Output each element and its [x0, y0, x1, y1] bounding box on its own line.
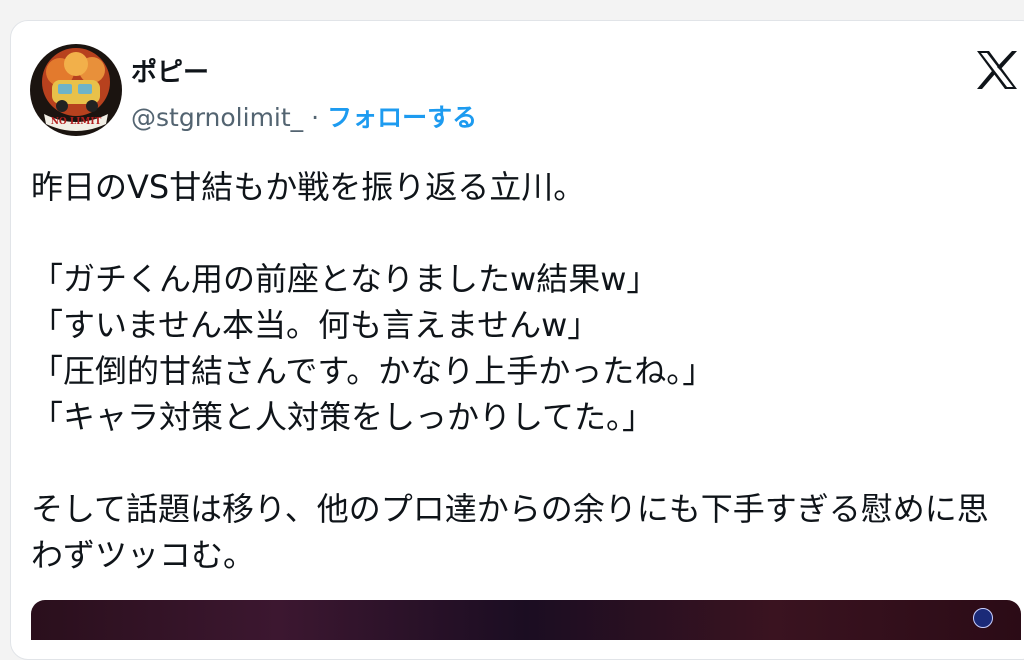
user-handle[interactable]: @stgrnolimit_	[131, 103, 303, 132]
tweet-header: NO LIMIT ポピー @stgrnolimit_ · フォローする	[30, 44, 1010, 136]
avatar[interactable]: NO LIMIT	[30, 44, 122, 136]
separator-dot: ·	[311, 103, 320, 132]
follow-button[interactable]: フォローする	[327, 103, 477, 132]
avatar-logo-text: NO LIMIT	[51, 117, 102, 127]
tweet-text: 昨日のVS甘結もか戦を振り返る立川。 「ガチくん用の前座となりましたw結果w」 …	[31, 168, 989, 574]
tweet-media[interactable]	[31, 600, 1021, 640]
handle-row: @stgrnolimit_ · フォローする	[131, 98, 477, 134]
display-name[interactable]: ポピー	[131, 52, 209, 89]
x-logo-icon[interactable]	[975, 50, 1019, 90]
x-badge-icon	[973, 608, 993, 628]
